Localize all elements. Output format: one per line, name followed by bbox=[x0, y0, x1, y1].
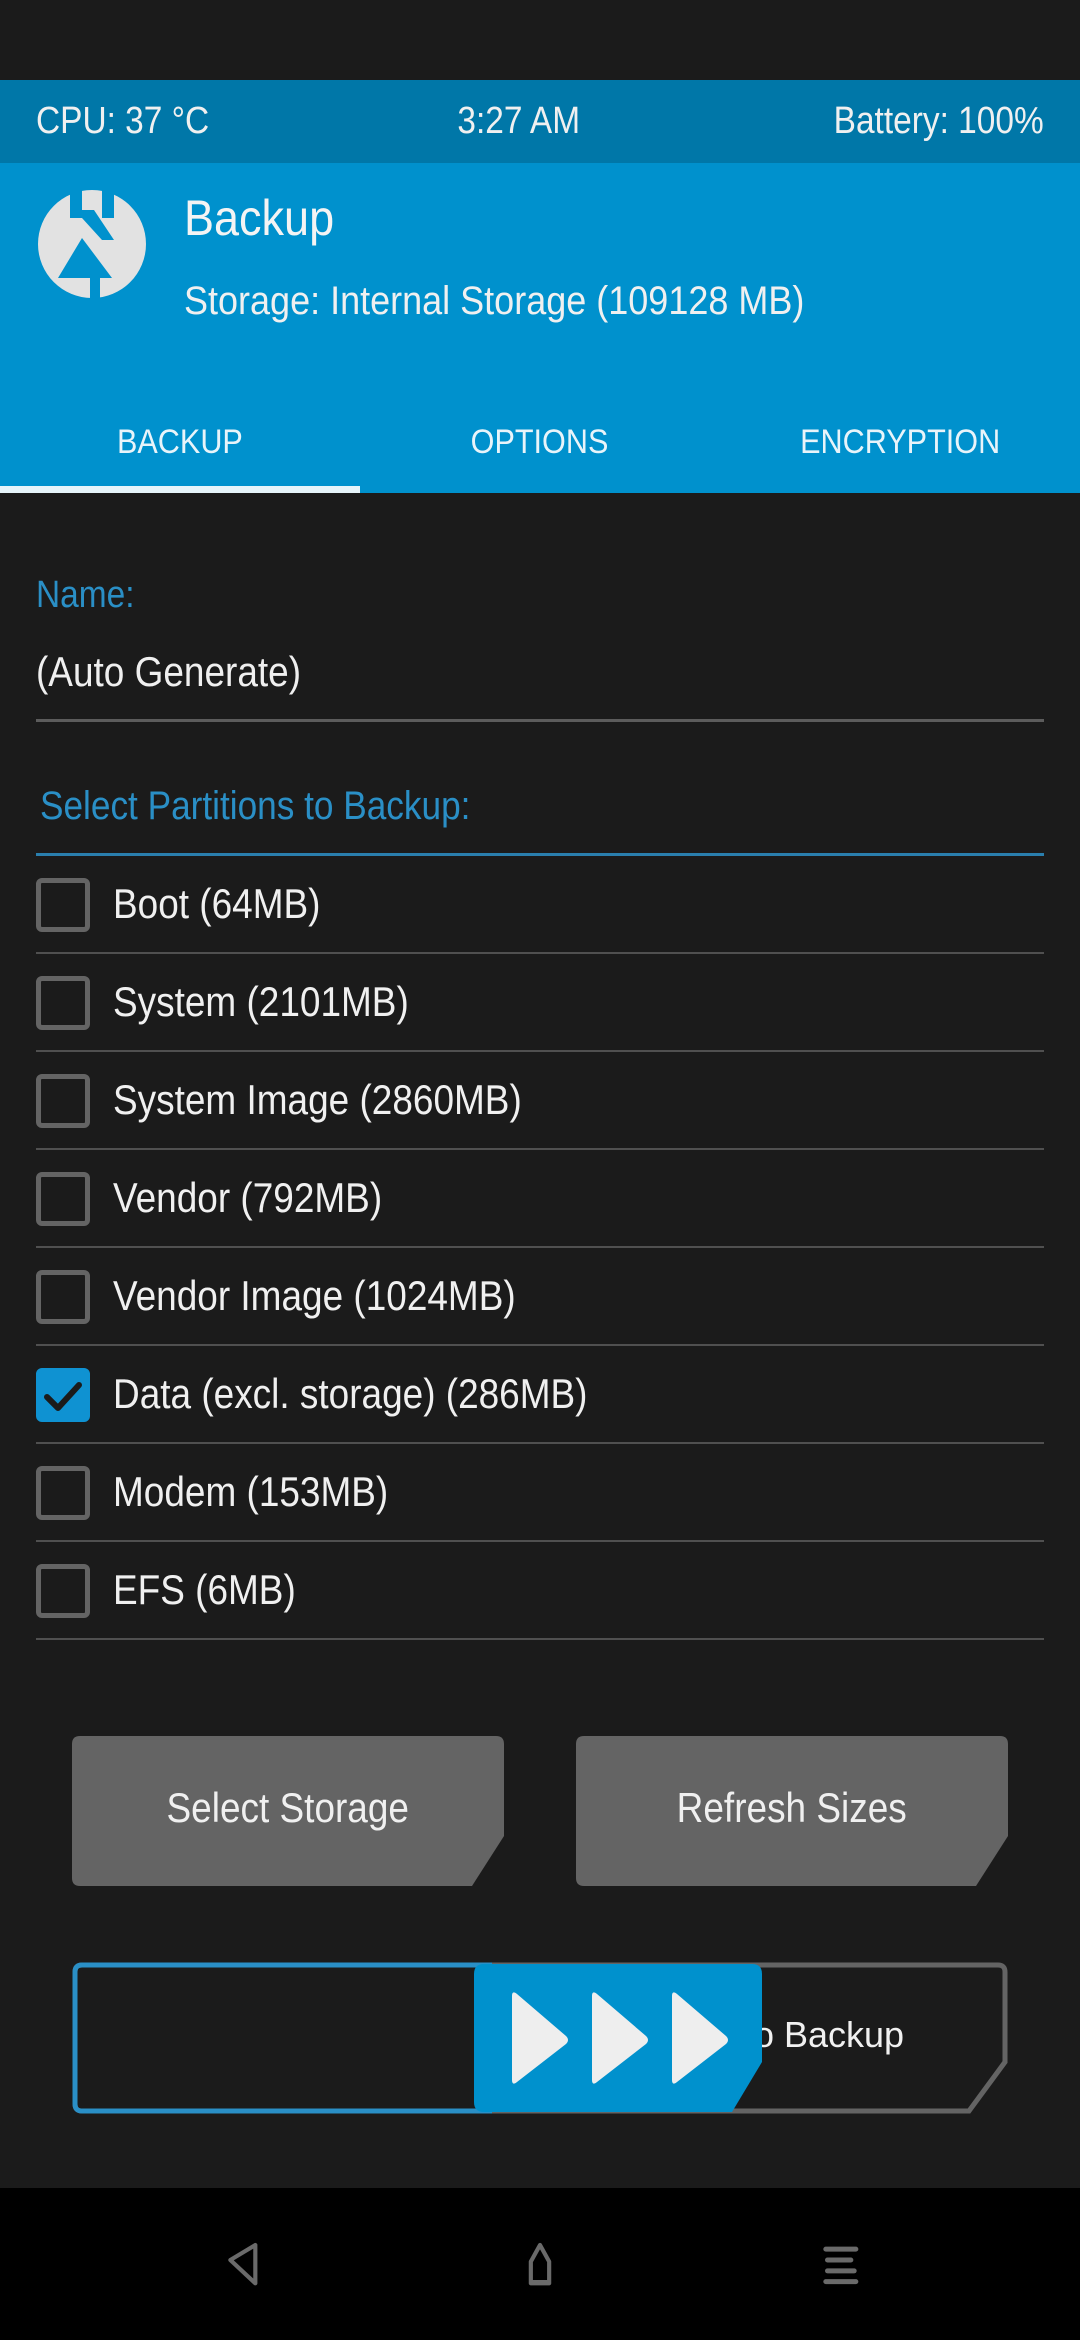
select-storage-label: Select Storage bbox=[166, 1784, 410, 1831]
tab-options[interactable]: OPTIONS bbox=[360, 411, 720, 493]
partition-row-modem[interactable]: Modem (153MB) bbox=[36, 1444, 1044, 1542]
clock: 3:27 AM bbox=[457, 100, 581, 142]
checkbox-checked[interactable] bbox=[36, 1368, 90, 1422]
partition-label: Boot (64MB) bbox=[113, 880, 321, 927]
partition-row-efs[interactable]: EFS (6MB) bbox=[36, 1542, 1044, 1640]
checkbox[interactable] bbox=[36, 878, 90, 932]
checkbox[interactable] bbox=[36, 1074, 90, 1128]
partition-row-system-image[interactable]: System Image (2860MB) bbox=[36, 1052, 1044, 1150]
partition-label: System (2101MB) bbox=[113, 978, 409, 1025]
home-icon[interactable] bbox=[510, 2240, 570, 2290]
twrp-logo-icon bbox=[38, 188, 146, 300]
back-icon[interactable] bbox=[212, 2240, 272, 2290]
partitions-heading: Select Partitions to Backup: bbox=[40, 784, 471, 828]
checkbox[interactable] bbox=[36, 1172, 90, 1226]
page-title: Backup bbox=[184, 190, 335, 246]
checkbox[interactable] bbox=[36, 1466, 90, 1520]
partition-row-vendor-image[interactable]: Vendor Image (1024MB) bbox=[36, 1248, 1044, 1346]
partition-label: Vendor Image (1024MB) bbox=[113, 1272, 516, 1319]
partition-row-boot[interactable]: Boot (64MB) bbox=[36, 856, 1044, 954]
name-input[interactable]: (Auto Generate) bbox=[36, 648, 301, 696]
navigation-bar bbox=[0, 2188, 1080, 2340]
name-input-underline bbox=[36, 719, 1044, 722]
menu-icon[interactable] bbox=[810, 2240, 870, 2290]
partition-label: Modem (153MB) bbox=[113, 1468, 389, 1515]
checkbox[interactable] bbox=[36, 1270, 90, 1324]
slider-thumb[interactable] bbox=[474, 1962, 764, 2114]
refresh-sizes-label: Refresh Sizes bbox=[676, 1784, 908, 1831]
swipe-to-backup-slider[interactable]: Swipe to Backup bbox=[72, 1962, 1008, 2114]
partition-row-system[interactable]: System (2101MB) bbox=[36, 954, 1044, 1052]
partition-row-vendor[interactable]: Vendor (792MB) bbox=[36, 1150, 1044, 1248]
partition-label: Vendor (792MB) bbox=[113, 1174, 383, 1221]
partition-label: Data (excl. storage) (286MB) bbox=[113, 1370, 588, 1417]
partition-list: Boot (64MB) System (2101MB) System Image… bbox=[36, 856, 1044, 1640]
select-storage-button[interactable]: Select Storage bbox=[72, 1736, 504, 1886]
partition-row-data[interactable]: Data (excl. storage) (286MB) bbox=[36, 1346, 1044, 1444]
tab-encryption[interactable]: ENCRYPTION bbox=[720, 411, 1080, 493]
partition-label: System Image (2860MB) bbox=[113, 1076, 522, 1123]
top-strip bbox=[0, 0, 1080, 80]
tab-bar: BACKUP OPTIONS ENCRYPTION bbox=[0, 411, 1080, 493]
tab-backup[interactable]: BACKUP bbox=[0, 411, 360, 493]
cpu-temperature: CPU: 37 °C bbox=[36, 100, 210, 142]
name-label: Name: bbox=[36, 574, 135, 616]
battery-level: Battery: 100% bbox=[833, 100, 1044, 142]
header: Backup Storage: Internal Storage (109128… bbox=[0, 163, 1080, 493]
storage-info: Storage: Internal Storage (109128 MB) bbox=[184, 279, 805, 323]
partition-label: EFS (6MB) bbox=[113, 1566, 296, 1613]
refresh-sizes-button[interactable]: Refresh Sizes bbox=[576, 1736, 1008, 1886]
status-bar: CPU: 37 °C 3:27 AM Battery: 100% bbox=[0, 80, 1080, 163]
checkmark-icon bbox=[44, 1382, 82, 1411]
checkbox[interactable] bbox=[36, 976, 90, 1030]
checkbox[interactable] bbox=[36, 1564, 90, 1618]
